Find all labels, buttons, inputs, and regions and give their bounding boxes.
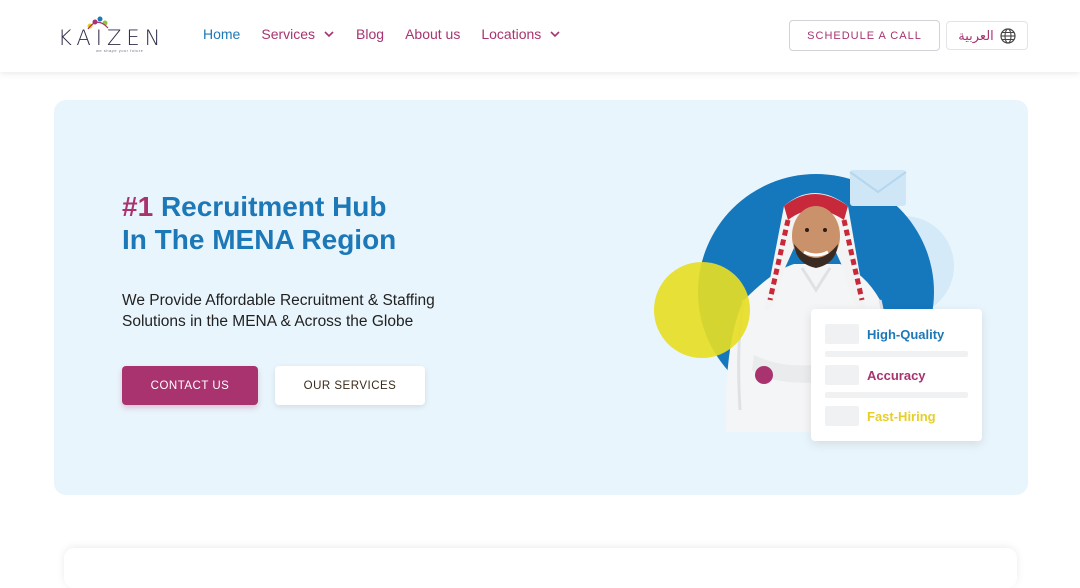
globe-icon [1000,27,1016,44]
chevron-down-icon [324,31,334,38]
feature-item: High-Quality [825,324,944,344]
chevron-down-icon [550,31,560,38]
logo-tagline: we shape your future [96,48,144,53]
main-nav: Home Services Blog About us Locations [203,26,582,42]
next-section-card [64,548,1017,588]
hero-subtitle: We Provide Affordable Recruitment & Staf… [122,290,522,332]
nav-item-services[interactable]: Services [261,26,335,42]
feature-placeholder [825,365,859,385]
yellow-circle [654,262,750,358]
hero-title-number: #1 [122,191,154,222]
nav-label: Blog [356,26,385,42]
envelope-icon [849,170,907,206]
hero-subtitle-line1: We Provide Affordable Recruitment & Staf… [122,292,435,309]
contact-us-button[interactable]: CONTACT US [122,366,258,405]
language-label: العربية [958,27,994,43]
nav-label: Locations [481,26,542,42]
schedule-call-button[interactable]: SCHEDULE A CALL [789,20,940,51]
hero-title: #1 Recruitment Hub In The MENA Region [122,190,396,256]
nav-item-locations[interactable]: Locations [481,26,561,42]
hero-title-line1: Recruitment Hub [160,191,387,222]
feature-item: Accuracy [825,365,926,385]
hero-subtitle-line2: Solutions in the MENA & Across the Globe [122,313,414,330]
nav-item-blog[interactable]: Blog [356,26,384,42]
hero-section: #1 Recruitment Hub In The MENA Region We… [54,100,1028,495]
magenta-dot [755,366,773,384]
site-header: KAIZEN we shape your future Home Service… [0,0,1080,72]
our-services-button[interactable]: OUR SERVICES [275,366,425,405]
nav-label: Home [203,26,241,42]
feature-bar [825,392,968,398]
feature-item: Fast-Hiring [825,406,936,426]
hero-title-line2: In The MENA Region [122,224,397,255]
feature-label: High-Quality [867,326,945,342]
language-switch-button[interactable]: العربية [946,21,1028,50]
feature-placeholder [825,406,859,426]
feature-label: Accuracy [867,367,926,383]
feature-label: Fast-Hiring [867,408,936,424]
logo-wordmark: KAIZEN [58,26,166,50]
nav-item-home[interactable]: Home [203,26,240,42]
features-card: High-Quality Accuracy Fast-Hiring [811,309,982,441]
feature-bar [825,351,968,357]
nav-item-about[interactable]: About us [405,26,460,42]
kaizen-logo[interactable]: KAIZEN we shape your future [58,14,168,58]
nav-label: About us [405,26,461,42]
nav-label: Services [261,26,316,42]
feature-placeholder [825,324,859,344]
